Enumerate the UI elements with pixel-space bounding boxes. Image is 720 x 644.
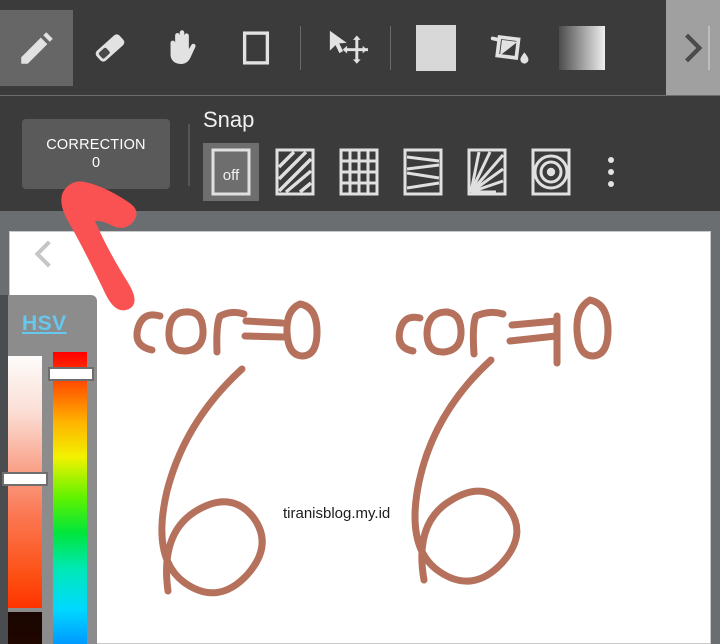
snap-off-text: off xyxy=(223,167,240,184)
concentric-circles-icon xyxy=(531,148,571,196)
paint-bucket-tool[interactable] xyxy=(472,10,545,86)
canvas-ink-layer xyxy=(133,296,612,597)
select-move-icon xyxy=(329,30,368,64)
snap-off-icon: off xyxy=(211,148,251,196)
radial-rays-icon xyxy=(467,148,507,196)
ink-letter-c-left xyxy=(133,311,164,354)
snap-off-option[interactable]: off xyxy=(203,143,259,201)
hand-tool[interactable] xyxy=(146,10,219,86)
hand-icon xyxy=(170,29,196,64)
snap-options-row: off xyxy=(203,143,631,201)
correction-value: 0 xyxy=(91,155,101,171)
snap-concentric-option[interactable] xyxy=(523,143,579,201)
pencil-tool[interactable] xyxy=(0,9,73,86)
three-dots-icon xyxy=(608,169,614,175)
app-root: CORRECTION 0 Snap off tiranisblog.my.id … xyxy=(0,0,720,644)
color-swatch-tool[interactable] xyxy=(399,10,472,86)
correction-button[interactable]: CORRECTION 0 xyxy=(22,119,170,189)
ink-equals-bottom-left xyxy=(241,332,287,341)
ink-equals-top-right xyxy=(508,317,560,329)
ink-equals-bottom-right xyxy=(506,332,560,345)
filled-square-icon xyxy=(415,24,456,71)
grid-icon xyxy=(339,148,379,196)
hsv-title[interactable]: HSV xyxy=(22,312,67,336)
perspective-icon xyxy=(403,148,443,196)
scroll-divider xyxy=(708,26,710,70)
toolbar-divider-2 xyxy=(390,25,391,70)
drawing-canvas[interactable] xyxy=(9,231,711,644)
select-move-tool[interactable] xyxy=(309,10,382,86)
ink-zero-left xyxy=(283,300,321,360)
paint-bucket-icon xyxy=(490,34,528,64)
ink-letter-o-right xyxy=(423,308,465,356)
three-dots-icon xyxy=(608,181,614,187)
saturation-value-slider-dark-end xyxy=(8,612,42,644)
options-divider xyxy=(188,124,190,186)
snap-diagonal-option[interactable] xyxy=(267,143,323,201)
ink-letter-r-right xyxy=(469,308,507,358)
ink-zero-right xyxy=(573,296,612,360)
ink-letter-o-left xyxy=(165,308,207,355)
saturation-value-slider-handle[interactable] xyxy=(2,472,48,486)
pencil-icon xyxy=(20,31,53,64)
snap-perspective-option[interactable] xyxy=(395,143,451,201)
eraser-icon xyxy=(95,33,124,62)
digit-six-left xyxy=(158,365,266,597)
chevron-right-icon xyxy=(685,33,703,62)
diagonal-lines-icon xyxy=(275,148,315,196)
snap-label: Snap xyxy=(203,107,255,132)
color-panel-edge xyxy=(0,295,8,644)
ink-equals-top-left xyxy=(242,317,286,327)
hue-slider[interactable] xyxy=(53,352,87,644)
three-dots-icon xyxy=(608,157,614,163)
correction-label: CORRECTION xyxy=(46,136,146,153)
toolbar-divider-1 xyxy=(300,25,301,70)
gradient-icon xyxy=(558,25,605,70)
snap-grid-option[interactable] xyxy=(331,143,387,201)
main-toolbar xyxy=(0,0,720,95)
collapse-panel-toggle[interactable] xyxy=(28,238,60,270)
watermark-text: tiranisblog.my.id xyxy=(283,505,391,522)
gradient-tool[interactable] xyxy=(545,10,618,86)
eraser-tool[interactable] xyxy=(73,10,146,86)
rectangle-icon xyxy=(242,30,269,65)
digit-six-right xyxy=(411,356,521,585)
toolbar-scroll-right[interactable] xyxy=(666,0,720,95)
chevron-left-icon xyxy=(34,240,51,268)
snap-radial-option[interactable] xyxy=(459,143,515,201)
hue-slider-handle[interactable] xyxy=(48,367,94,381)
ink-letter-c-right xyxy=(395,313,424,355)
ink-letter-r-left xyxy=(213,308,248,356)
snap-more-menu[interactable] xyxy=(591,143,631,201)
rectangle-tool[interactable] xyxy=(219,10,292,86)
